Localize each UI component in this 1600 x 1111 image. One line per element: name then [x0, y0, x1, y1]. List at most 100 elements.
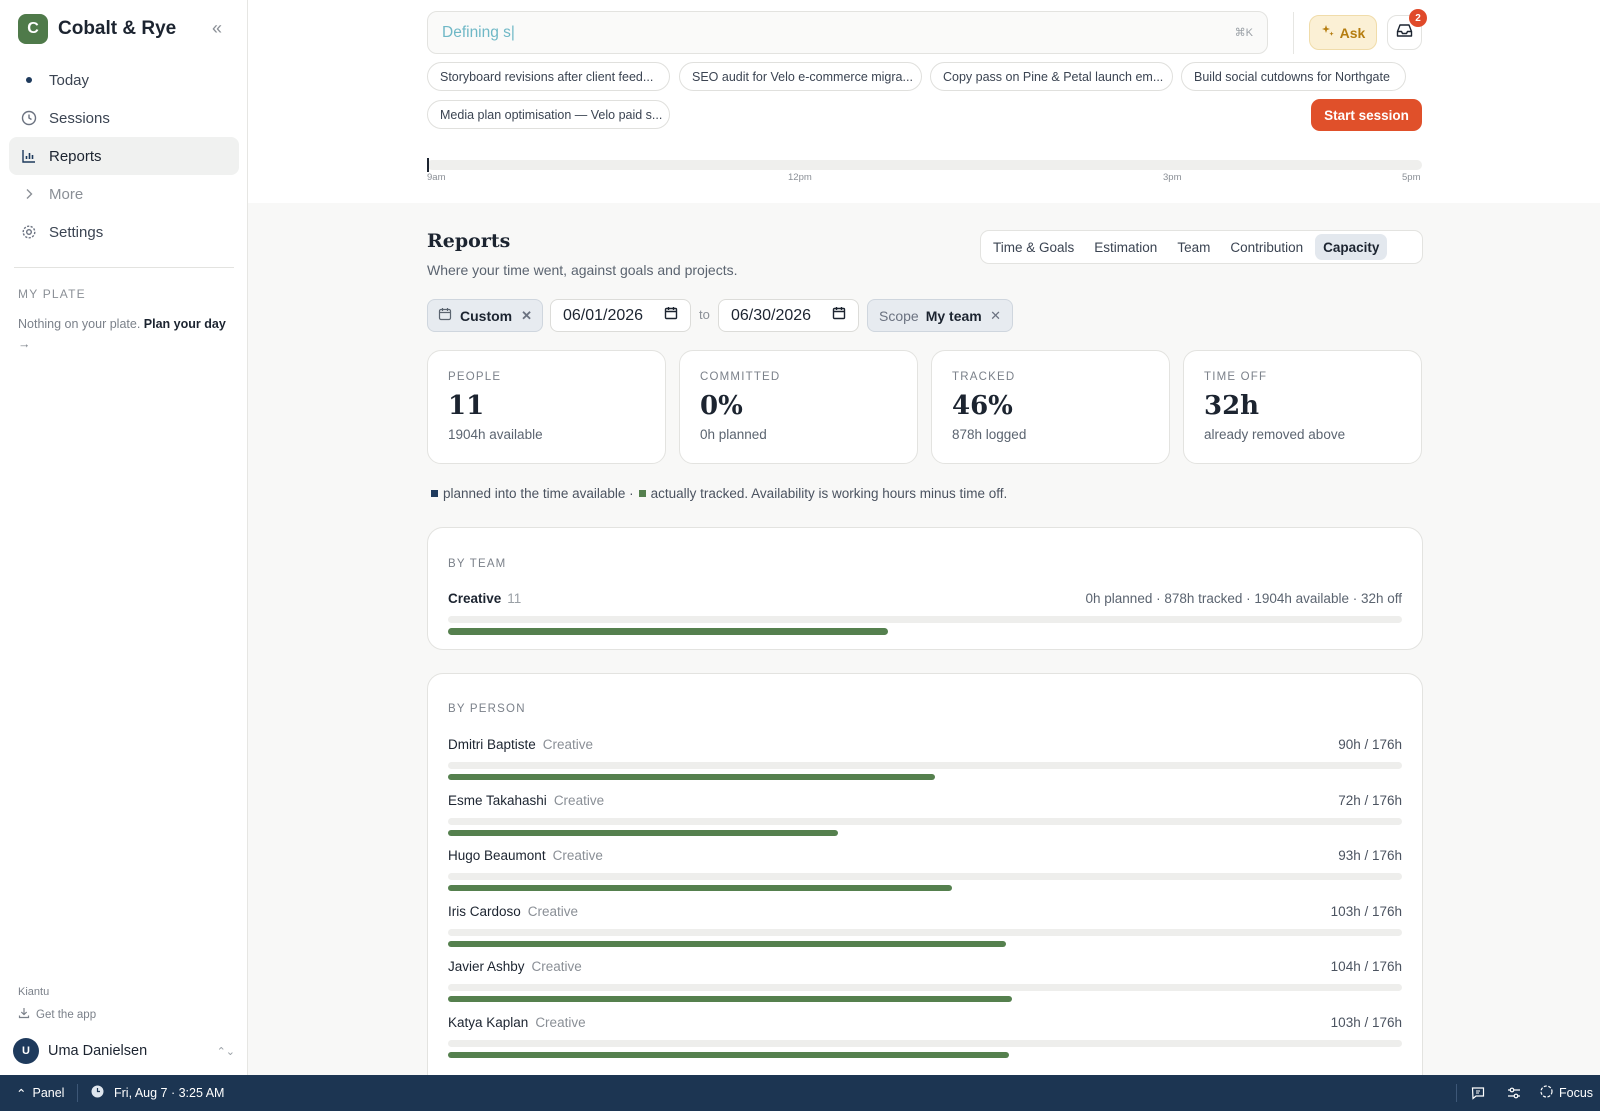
user-name: Uma Danielsen	[48, 1043, 148, 1059]
sidebar-item-more[interactable]: More	[9, 175, 239, 213]
clear-scope-icon[interactable]: ✕	[990, 308, 1001, 324]
tab-team[interactable]: Team	[1169, 234, 1218, 260]
suggestion-chip[interactable]: Copy pass on Pine & Petal launch em...	[930, 62, 1173, 91]
clock-icon	[91, 1085, 104, 1101]
stat-card-tracked: TRACKED 46% 878h logged	[931, 350, 1170, 464]
sidebar-item-label: Reports	[49, 147, 102, 165]
inbox-badge: 2	[1409, 9, 1427, 27]
sidebar-item-reports[interactable]: Reports	[9, 137, 239, 175]
range-filter-label: Custom	[460, 307, 513, 324]
person-team: Creative	[542, 737, 594, 752]
stat-value: 11	[448, 391, 485, 421]
person-hours: 93h / 176h	[1338, 848, 1402, 863]
person-row[interactable]: Hugo Beaumont Creative 93h / 176h	[448, 848, 1402, 904]
sliders-icon[interactable]	[1507, 1075, 1521, 1111]
ask-label: Ask	[1339, 24, 1366, 41]
team-row[interactable]: Creative 11 0h planned · 878h tracked · 1…	[448, 591, 1402, 606]
chevron-up-icon: ⌃	[16, 1086, 27, 1101]
panel-toggle[interactable]: ⌃ Panel	[16, 1075, 64, 1111]
top-bar: Defining s| ⌘K Ask 2 Storyboard revision…	[248, 0, 1600, 203]
calendar-icon[interactable]	[664, 306, 678, 325]
end-date-value: 06/30/2026	[731, 306, 812, 324]
team-bar-track	[448, 616, 1402, 623]
person-team: Creative	[535, 1014, 586, 1030]
plan-your-day-link[interactable]: Plan your day	[144, 317, 226, 331]
person-name: Javier Ashby	[448, 959, 525, 974]
tab-contribution[interactable]: Contribution	[1222, 234, 1311, 260]
person-header: Esme Takahashi Creative 72h / 176h	[448, 793, 1402, 808]
person-bar-track	[448, 984, 1402, 991]
person-header: Katya Kaplan Creative 103h / 176h	[448, 1015, 1402, 1030]
person-bar-track	[448, 762, 1402, 769]
stat-value: 32h	[1204, 391, 1260, 421]
person-row[interactable]: Dmitri Baptiste Creative 90h / 176h	[448, 737, 1402, 793]
get-app-link[interactable]: Get the app	[18, 1007, 96, 1022]
search-value: Defining s|	[442, 23, 515, 41]
tab-time-goals[interactable]: Time & Goals	[985, 234, 1082, 260]
person-name: Katya Kaplan	[448, 1014, 529, 1030]
arrow-right-icon[interactable]: →	[18, 337, 31, 351]
scope-filter[interactable]: Scope My team ✕	[867, 299, 1013, 332]
range-filter[interactable]: Custom ✕	[427, 299, 543, 332]
brand-name: Cobalt & Rye	[58, 18, 177, 39]
clear-range-icon[interactable]: ✕	[521, 308, 532, 324]
sidebar-item-label: Settings	[49, 223, 104, 241]
tab-estimation[interactable]: Estimation	[1086, 234, 1165, 260]
brand-logo: C	[18, 14, 48, 44]
by-team-card: BY TEAM Creative 11 0h planned · 878h tra…	[427, 527, 1423, 650]
person-tracked-bar	[448, 996, 1012, 1002]
org-name: Kiantu	[18, 986, 50, 998]
timeline-label: 9am	[427, 172, 446, 183]
start-session-button[interactable]: Start session	[1311, 99, 1422, 131]
stat-label: TIME OFF	[1204, 371, 1268, 383]
calendar-icon[interactable]	[832, 306, 846, 325]
tab-capacity[interactable]: Capacity	[1315, 234, 1388, 260]
session-search-input[interactable]: Defining s| ⌘K	[427, 11, 1268, 54]
timeline-label: 3pm	[1163, 172, 1182, 183]
sidebar-item-settings[interactable]: Settings	[9, 213, 239, 251]
keyboard-shortcut: ⌘K	[1234, 27, 1253, 39]
stat-card-time-off: TIME OFF 32h already removed above	[1183, 350, 1422, 464]
person-tracked-bar	[448, 940, 1006, 947]
person-hours: 72h / 176h	[1338, 792, 1402, 808]
day-timeline[interactable]	[427, 160, 1422, 170]
focus-icon	[1540, 1085, 1553, 1101]
bar-chart-icon	[21, 148, 37, 164]
user-menu[interactable]: U Uma Danielsen ⌃⌄	[13, 1038, 235, 1064]
legend-planned: planned into the time available ·	[443, 486, 634, 501]
team-name: Creative	[448, 591, 502, 606]
stat-label: PEOPLE	[448, 371, 502, 383]
suggestion-chip[interactable]: SEO audit for Velo e-commerce migra...	[679, 62, 922, 91]
collapse-sidebar-icon[interactable]: «	[212, 18, 222, 39]
feedback-icon[interactable]	[1471, 1075, 1485, 1111]
person-name: Hugo Beaumont	[448, 848, 546, 863]
ask-button[interactable]: Ask	[1309, 15, 1377, 50]
sidebar-item-today[interactable]: Today	[9, 61, 239, 99]
inbox-icon	[1396, 23, 1413, 43]
sidebar-item-label: Today	[49, 71, 90, 89]
brand[interactable]: C Cobalt & Rye	[18, 14, 176, 44]
end-date-input[interactable]: 06/30/2026	[718, 299, 859, 332]
person-row[interactable]: Iris Cardoso Creative 103h / 176h	[448, 904, 1402, 960]
sparkle-icon	[1321, 24, 1335, 41]
person-tracked-bar	[448, 1051, 1009, 1058]
person-name: Esme Takahashi	[448, 792, 547, 808]
person-header: Iris Cardoso Creative 103h / 176h	[448, 904, 1402, 919]
suggestion-chip[interactable]: Storyboard revisions after client feed..…	[427, 62, 670, 91]
focus-button[interactable]: Focus	[1540, 1075, 1593, 1111]
start-date-input[interactable]: 06/01/2026	[550, 299, 691, 332]
person-team: Creative	[552, 848, 603, 863]
capacity-legend: planned into the time available · actual…	[431, 486, 1007, 501]
person-row[interactable]: Javier Ashby Creative 104h / 176h	[448, 959, 1402, 1015]
sidebar-item-sessions[interactable]: Sessions	[9, 99, 239, 137]
get-app-label: Get the app	[36, 1008, 97, 1021]
scope-value: My team	[925, 307, 982, 324]
suggestion-chip[interactable]: Build social cutdowns for Northgate	[1181, 62, 1406, 91]
avatar: U	[13, 1038, 39, 1064]
page-title: Reports	[427, 230, 511, 252]
timeline-now-marker	[427, 158, 429, 172]
person-bar-track	[448, 817, 1402, 825]
person-row[interactable]: Esme Takahashi Creative 72h / 176h	[448, 793, 1402, 849]
suggestion-chip[interactable]: Media plan optimisation — Velo paid s...	[427, 100, 670, 129]
person-row[interactable]: Katya Kaplan Creative 103h / 176h	[448, 1015, 1402, 1071]
